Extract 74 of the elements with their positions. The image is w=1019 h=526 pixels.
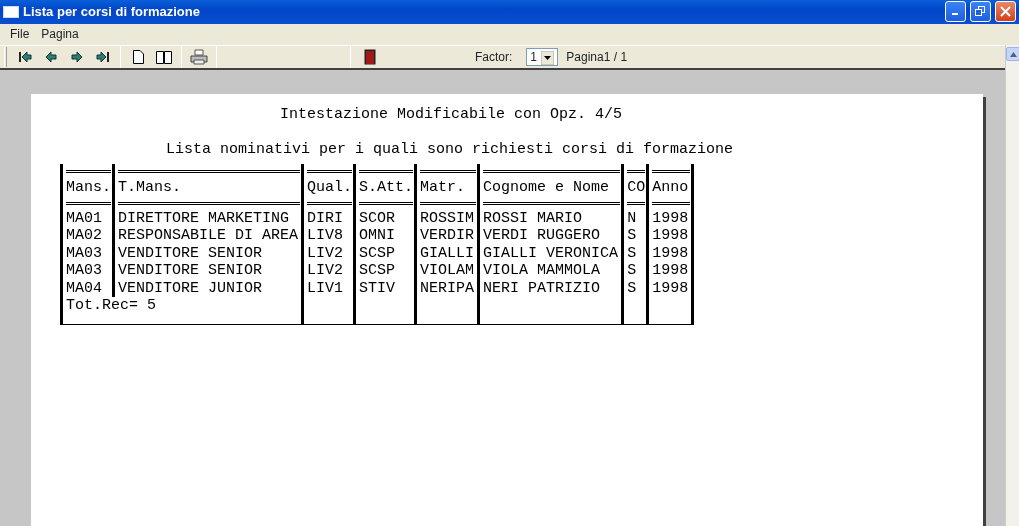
table-cell: VERDI RUGGERO [483, 227, 601, 245]
table-cell: DIRETTORE MARKETING [118, 209, 290, 227]
column-header: Cognome e Nome [483, 170, 621, 205]
restore-icon [975, 6, 986, 18]
up-arrow-icon [1009, 51, 1017, 57]
record-total: Tot.Rec= 5 [66, 297, 156, 315]
column-header: Qual. [307, 170, 353, 205]
table-cell: VIOLAM [420, 262, 475, 280]
table-cell: NERI PATRIZIO [483, 279, 601, 297]
scroll-up-button[interactable] [1006, 47, 1019, 62]
page-indicator: Pagina1 / 1 [566, 49, 628, 67]
table-cell: MA01 [66, 209, 102, 227]
report-subtitle: Lista nominativi per i quali sono richiesti corsi di formazione [166, 141, 734, 159]
previous-page-icon [45, 51, 57, 64]
table-cell: DIRI [307, 209, 344, 227]
table-cell: SCSP [359, 244, 396, 262]
first-page-icon [18, 51, 32, 64]
door-icon [364, 49, 376, 66]
table-cell: LIV8 [307, 227, 344, 245]
book-icon [156, 50, 172, 64]
table-cell: MA03 [66, 244, 102, 262]
table-cell: ROSSI MARIO [483, 209, 583, 227]
table-cell: LIV2 [307, 244, 344, 262]
table-cell: S [627, 227, 637, 245]
close-icon [1000, 6, 1011, 18]
table-cell: ROSSIM [420, 209, 475, 227]
column-header: Anno [652, 170, 691, 205]
printer-icon [190, 49, 208, 66]
window-icon [3, 5, 19, 18]
table-cell: VERDIR [420, 227, 475, 245]
table-cell: VIOLA MAMMOLA [483, 262, 601, 280]
table-cell: S [627, 279, 637, 297]
factor-dropdown[interactable]: 1 [526, 48, 559, 67]
column-header: T.Mans. [118, 170, 301, 205]
table-cell: 1998 [652, 244, 689, 262]
table-cell: N [627, 209, 637, 227]
column-header: S.Att. [359, 170, 414, 205]
last-page-icon [96, 51, 110, 64]
table-cell: S [627, 244, 637, 262]
table-cell: GIALLI [420, 244, 475, 262]
table-cell: LIV2 [307, 262, 344, 280]
table-cell: 1998 [652, 262, 689, 280]
menu-item[interactable]: Pagina [37, 25, 83, 44]
next-page-icon [71, 51, 83, 64]
table-cell: GIALLI VERONICA [483, 244, 619, 262]
close-button[interactable] [995, 1, 1016, 23]
column-header: CO [627, 170, 646, 205]
table-cell: STIV [359, 279, 396, 297]
table-cell: VENDITORE SENIOR [118, 244, 263, 262]
table-cell: MA03 [66, 262, 102, 280]
restore-button[interactable] [970, 1, 991, 23]
table-cell: MA02 [66, 227, 102, 245]
caret-icon [541, 51, 555, 66]
table-cell: MA04 [66, 279, 102, 297]
window-title: Lista per corsi di formazione [23, 3, 200, 22]
factor-label: Factor: [475, 49, 513, 67]
table-cell: VENDITORE SENIOR [118, 262, 263, 280]
table-cell: S [627, 262, 637, 280]
column-header: Matr. [420, 170, 477, 205]
menu-item[interactable]: File [6, 25, 34, 44]
table-cell: LIV1 [307, 279, 344, 297]
table-cell: 1998 [652, 227, 689, 245]
table-cell: 1998 [652, 209, 689, 227]
table-cell: 1998 [652, 279, 689, 297]
table-cell: NERIPA [420, 279, 475, 297]
report-heading: Intestazione Modificabile con Opz. 4/5 [280, 106, 623, 124]
page-icon [132, 50, 144, 65]
table-cell: OMNI [359, 227, 396, 245]
table-cell: VENDITORE JUNIOR [118, 279, 263, 297]
table-cell: RESPONSABILE DI AREA [118, 227, 299, 245]
table-cell: SCSP [359, 262, 396, 280]
column-header: Mans. [66, 170, 111, 205]
minimize-button[interactable] [945, 1, 966, 23]
table-cell: SCOR [359, 209, 396, 227]
